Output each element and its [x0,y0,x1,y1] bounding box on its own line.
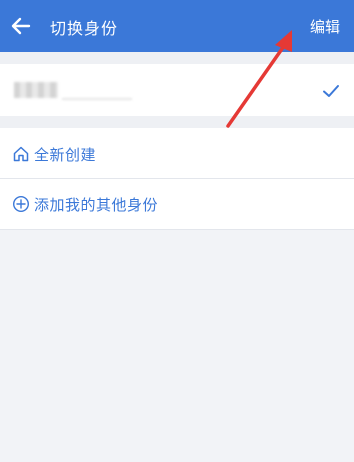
create-new-label: 全新创建 [34,146,97,164]
section-gap [0,116,354,128]
edit-button[interactable]: 编辑 [310,16,340,37]
arrow-left-icon [11,17,31,35]
top-bar: 切换身份 编辑 [0,0,354,52]
blurred-identity-name [14,82,58,98]
blurred-identity-detail [62,98,132,100]
row-divider [0,229,354,230]
plus-circle-icon [12,195,30,213]
checkmark-icon [323,85,339,97]
add-other-identity-label: 添加我的其他身份 [34,196,159,214]
section-gap [0,52,354,64]
house-outline-icon [13,146,29,162]
back-button[interactable] [6,11,36,41]
page-title: 切换身份 [50,19,119,38]
